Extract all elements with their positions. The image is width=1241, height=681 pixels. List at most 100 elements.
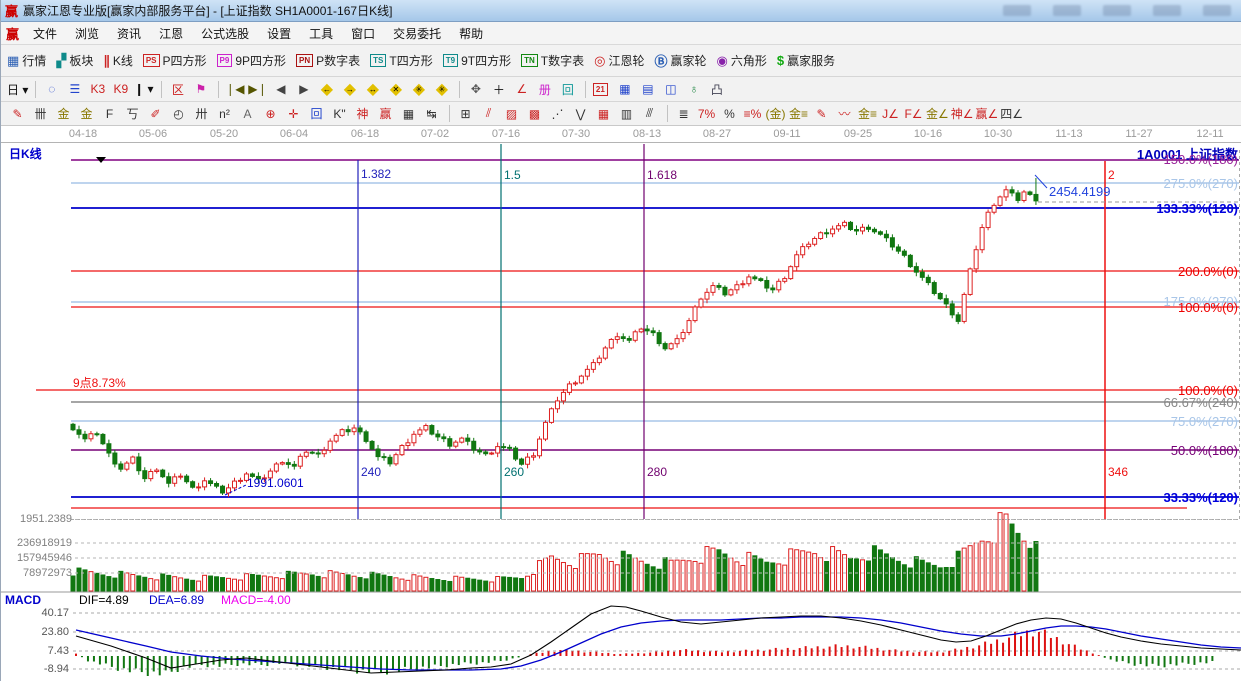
- nav-period-day-dropdown-button[interactable]: 日 ▾: [7, 80, 28, 99]
- date-tick-label: 08-27: [702, 128, 732, 140]
- toolbar-quotes-button[interactable]: ▦ 行情: [7, 52, 46, 69]
- toolbar-kline-button[interactable]: ∥ K线: [103, 52, 133, 69]
- draw-percent-lines-button[interactable]: ≡%: [742, 104, 763, 123]
- nav-calendar-button[interactable]: 21: [591, 80, 612, 99]
- nav-candle-style-dropdown-button[interactable]: ❙ ▾: [133, 80, 154, 99]
- nav-info-list-button[interactable]: ☰: [64, 80, 85, 99]
- draw-clock-grid-button[interactable]: ◴: [168, 104, 189, 123]
- nav-shift-left-button[interactable]: ◆ ←: [316, 80, 337, 99]
- nav-region-select-tool-button[interactable]: ◌: [41, 80, 62, 99]
- toolbar-sectors-button[interactable]: ▞ 板块: [56, 52, 93, 69]
- draw-dense-grid-button[interactable]: 卅: [191, 104, 212, 123]
- chart-canvas[interactable]: [1, 143, 1241, 681]
- draw-shen-angle-button[interactable]: 神∠: [951, 104, 974, 123]
- menu-文件[interactable]: 文件: [24, 23, 66, 44]
- toolbar-gann-wheel-button[interactable]: ◎ 江恩轮: [594, 52, 644, 69]
- draw-span-arrows-button[interactable]: ↹: [421, 104, 442, 123]
- draw-ray-box-button[interactable]: ▨: [501, 104, 522, 123]
- draw-box-tool-button[interactable]: ⊞: [455, 104, 476, 123]
- nav-k3-chart-button[interactable]: K3: [87, 80, 108, 99]
- nav-k9-chart-button[interactable]: K9: [110, 80, 131, 99]
- nav-step-forward-button[interactable]: ▶: [293, 80, 314, 99]
- draw-target-cross-button[interactable]: ⊕: [260, 104, 281, 123]
- menu-交易委托[interactable]: 交易委托: [384, 23, 450, 44]
- toolbar-t-square-button[interactable]: TS T四方形: [370, 52, 433, 69]
- draw-win-angle-button[interactable]: 赢∠: [976, 104, 999, 123]
- nav-expand-horizontal-button[interactable]: ◆ ↔: [362, 80, 383, 99]
- nav-compress-all-button[interactable]: ◆ ✳: [431, 80, 452, 99]
- draw-angle-fan-button[interactable]: ⋰: [547, 104, 568, 123]
- nav-save-button[interactable]: ◫: [660, 80, 681, 99]
- toolbar-winner-wheel-button[interactable]: Ⓑ 赢家轮: [654, 51, 706, 70]
- draw-shen-grid-button[interactable]: 神: [352, 104, 373, 123]
- draw-percent-slash-button[interactable]: 7%: [696, 104, 717, 123]
- nav-web-sync-button[interactable]: ♁: [683, 80, 704, 99]
- nav-angle-tool-button[interactable]: ∠: [511, 80, 532, 99]
- draw-stats-box-button[interactable]: ≣: [673, 104, 694, 123]
- nav-print-button[interactable]: 凸: [706, 80, 727, 99]
- draw-gold-grid-2-button[interactable]: 金: [76, 104, 97, 123]
- draw-win-grid-button[interactable]: 赢: [375, 104, 396, 123]
- draw-ray-fan-button[interactable]: ⫽: [478, 104, 499, 123]
- draw-slash-lines-button[interactable]: ⫻: [639, 104, 660, 123]
- shift-right-icon: →: [345, 84, 354, 94]
- nav-wave-tool-button[interactable]: 回: [557, 80, 578, 99]
- toolbar-9t-square-button[interactable]: T9 9T四方形: [442, 52, 511, 69]
- draw-ab-wave-button[interactable]: 〰: [834, 104, 855, 123]
- draw-n2-grid-button[interactable]: n²: [214, 104, 235, 123]
- draw-k-quote-button[interactable]: K": [329, 104, 350, 123]
- nav-calculator-button[interactable]: ▦: [614, 80, 635, 99]
- draw-hatch-box-button[interactable]: ▩: [524, 104, 545, 123]
- date-tick-label: 06-18: [350, 128, 380, 140]
- draw-target-box-button[interactable]: 回: [306, 104, 327, 123]
- nav-pan-hand-button[interactable]: ✥: [465, 80, 486, 99]
- menu-帮助[interactable]: 帮助: [450, 23, 492, 44]
- draw-four-angle-button[interactable]: 四∠: [1000, 104, 1023, 123]
- draw-draw-pencil-button[interactable]: ✎: [7, 104, 28, 123]
- draw-red-grid-button[interactable]: ▦: [593, 104, 614, 123]
- draw-v-lines-button[interactable]: ⋁: [570, 104, 591, 123]
- menu-工具[interactable]: 工具: [300, 23, 342, 44]
- toolbar-9p-square-button[interactable]: P9 9P四方形: [216, 52, 286, 69]
- draw-gold-grid-1-button[interactable]: 金: [53, 104, 74, 123]
- nav-notepad-button[interactable]: ▤: [637, 80, 658, 99]
- nav-mark-flag-button[interactable]: ⚑: [190, 80, 211, 99]
- menu-设置[interactable]: 设置: [258, 23, 300, 44]
- nav-gann-region-button[interactable]: 区: [167, 80, 188, 99]
- toolbar-p-number-table-button[interactable]: PN P数字表: [296, 52, 360, 69]
- toolbar-t-number-table-button[interactable]: TN T数字表: [521, 52, 584, 69]
- draw-f-angle-button[interactable]: F∠: [903, 104, 924, 123]
- toolbar-hexagon-button[interactable]: ◉ 六角形: [717, 52, 767, 69]
- draw-f-grid-button[interactable]: F: [99, 104, 120, 123]
- nav-gann-frame-tool-button[interactable]: 册: [534, 80, 555, 99]
- chart-area[interactable]: 日K线 1A0001 上证指数 150.0%(180) 275.0%(270) 13…: [1, 143, 1241, 681]
- draw-gold-angle-button[interactable]: 金∠: [926, 104, 949, 123]
- draw-col-grid-button[interactable]: ▥: [616, 104, 637, 123]
- draw-j-angle-button[interactable]: J∠: [880, 104, 901, 123]
- menu-窗口[interactable]: 窗口: [342, 23, 384, 44]
- nav-step-back-button[interactable]: ◀: [270, 80, 291, 99]
- draw-gold-lines2-button[interactable]: 金≡: [857, 104, 878, 123]
- draw-num-grid-button[interactable]: ▦: [398, 104, 419, 123]
- toolbar-p-square-button[interactable]: PS P四方形: [142, 52, 207, 69]
- draw-brush-tool-button[interactable]: ✐: [145, 104, 166, 123]
- draw-five-grid-button[interactable]: 丂: [122, 104, 143, 123]
- nav-go-first-button[interactable]: ❘◀: [224, 80, 245, 99]
- draw-grid-tool-button[interactable]: 卌: [30, 104, 51, 123]
- nav-compress-horizontal-button[interactable]: ◆ ✕: [385, 80, 406, 99]
- draw-a-line-button[interactable]: A: [237, 104, 258, 123]
- nav-crosshair-cursor-button[interactable]: ＋: [488, 80, 509, 99]
- toolbar-winner-service-button[interactable]: $ 赢家服务: [777, 52, 835, 69]
- menu-资讯[interactable]: 资讯: [108, 23, 150, 44]
- menu-江恩[interactable]: 江恩: [150, 23, 192, 44]
- menu-浏览[interactable]: 浏览: [66, 23, 108, 44]
- draw-gold-lines-button[interactable]: 金≡: [788, 104, 809, 123]
- nav-go-last-button[interactable]: ▶❘: [247, 80, 268, 99]
- nav-shift-right-button[interactable]: ◆ →: [339, 80, 360, 99]
- draw-percent-button[interactable]: %: [719, 104, 740, 123]
- draw-brush2-button[interactable]: ✎: [811, 104, 832, 123]
- draw-target-star-button[interactable]: ✛: [283, 104, 304, 123]
- nav-expand-all-button[interactable]: ◆ ✳: [408, 80, 429, 99]
- menu-公式选股[interactable]: 公式选股: [192, 23, 258, 44]
- draw-gold-circle-button[interactable]: (金): [765, 104, 786, 123]
